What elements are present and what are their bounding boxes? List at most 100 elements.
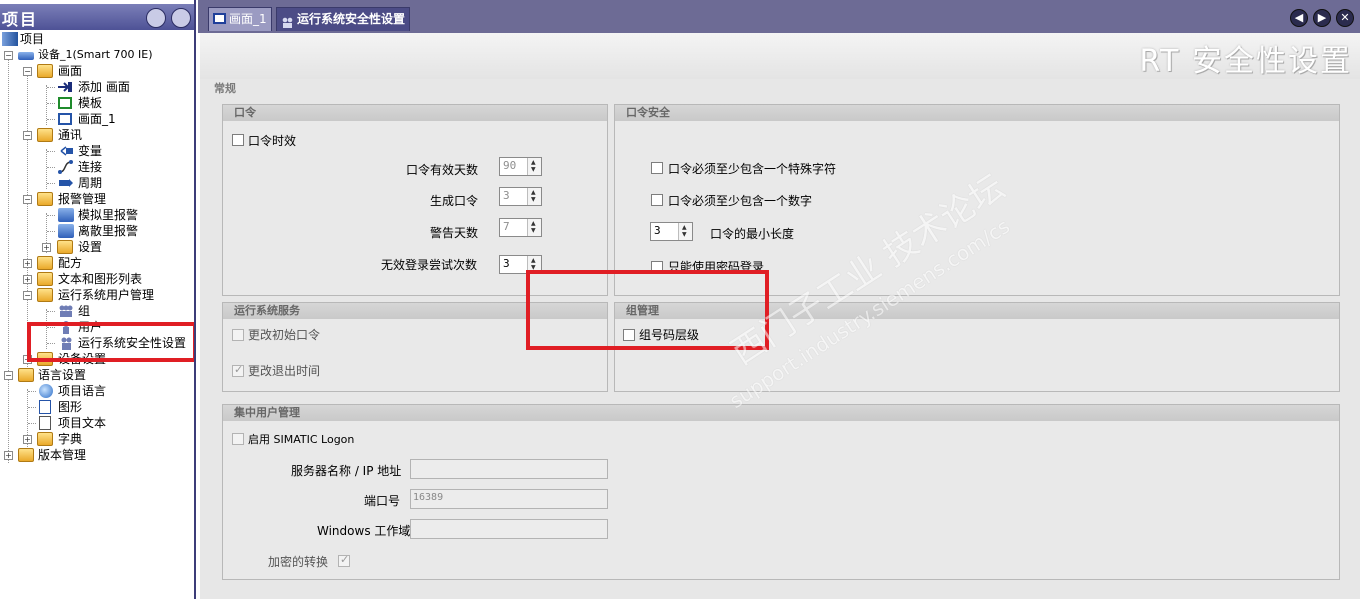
tree-item-device[interactable]: − 设备_1(Smart 700 IE): [0, 47, 194, 63]
collapse-icon[interactable]: −: [23, 131, 32, 140]
tree-item-cycles[interactable]: 周期: [0, 175, 194, 191]
password-expiry-checkbox[interactable]: [232, 134, 244, 146]
device-icon: [18, 52, 34, 60]
tree-item-connections[interactable]: 连接: [0, 159, 194, 175]
change-logoff-time-checkbox[interactable]: ✓: [232, 363, 244, 377]
collapse-icon[interactable]: −: [4, 371, 13, 380]
highlight-box: [27, 322, 194, 362]
expiry-days-label: 口令有效天数: [406, 163, 479, 177]
encrypted-transfer-label: 加密的转换: [268, 555, 329, 569]
tree-item-project-languages[interactable]: 项目语言: [0, 383, 194, 399]
tab-screen-1[interactable]: 画面_1: [208, 7, 272, 31]
spinner-arrows-icon[interactable]: ▲ ▼: [527, 158, 541, 175]
windows-domain-label: Windows 工作域: [317, 524, 411, 538]
tree-item-language-settings[interactable]: − 语言设置: [0, 367, 194, 383]
security-icon: [281, 13, 294, 28]
tree-item-add-screen[interactable]: 添加 画面: [0, 79, 194, 95]
tree-item-text-graphic-lists[interactable]: + 文本和图形列表: [0, 271, 194, 287]
min-length-spinner[interactable]: 3 ▲ ▼: [650, 222, 693, 241]
collapse-icon[interactable]: −: [4, 51, 13, 60]
text-doc-icon: [39, 416, 51, 430]
warning-days-label: 警告天数: [430, 226, 479, 240]
add-arrow-icon: [57, 80, 73, 94]
special-char-checkbox[interactable]: [651, 162, 663, 174]
tree-item-dictionaries[interactable]: + 字典: [0, 431, 194, 447]
spinner-arrows-icon[interactable]: ▲ ▼: [678, 223, 692, 240]
template-icon: [58, 97, 72, 109]
password-security-header: 口令安全: [615, 105, 1339, 121]
expand-icon[interactable]: +: [4, 451, 13, 460]
collapse-icon[interactable]: −: [23, 195, 32, 204]
expand-icon[interactable]: +: [23, 259, 32, 268]
central-user-management-group: 集中用户管理 启用 SIMATIC Logon 服务器名称 / IP 地址 端口…: [222, 404, 1340, 580]
tree-item-analog-alarms[interactable]: 模拟里报警: [0, 207, 194, 223]
tree-item-screens[interactable]: − 画面: [0, 63, 194, 79]
expand-icon[interactable]: +: [42, 243, 51, 252]
tree-item-discrete-alarms[interactable]: 离散里报警: [0, 223, 194, 239]
folder-icon: [37, 128, 53, 142]
tag-icon: [58, 144, 74, 158]
spinner-arrows-icon[interactable]: ▲ ▼: [527, 188, 541, 205]
tree-item-project[interactable]: 项目: [0, 31, 194, 47]
pin-icon[interactable]: [146, 8, 166, 28]
folder-icon: [37, 256, 53, 270]
security-settings-editor: RT 安全性设置 常规 口令 口令时效 口令有效天数 90 ▲ ▼ 生成口令 3 …: [200, 33, 1360, 599]
server-name-label: 服务器名称 / IP 地址: [291, 464, 402, 478]
digit-checkbox[interactable]: [651, 194, 663, 206]
server-name-field[interactable]: [410, 459, 608, 479]
change-initial-password-checkbox[interactable]: [232, 329, 244, 341]
windows-domain-field[interactable]: [410, 519, 608, 539]
tree-item-communication[interactable]: − 通讯: [0, 127, 194, 143]
spinner-arrows-icon[interactable]: ▲ ▼: [527, 219, 541, 236]
tree-item-project-texts[interactable]: 项目文本: [0, 415, 194, 431]
alarm-icon: [58, 224, 74, 238]
tree-item-screen-1[interactable]: 画面_1: [0, 111, 194, 127]
enable-simatic-logon-label: 启用 SIMATIC Logon: [248, 433, 355, 446]
tree-item-alarm-management[interactable]: − 报警管理: [0, 191, 194, 207]
section-general-label: 常规: [214, 82, 236, 95]
expand-icon[interactable]: +: [23, 435, 32, 444]
tree-item-tags[interactable]: 变量: [0, 143, 194, 159]
central-user-management-header: 集中用户管理: [223, 405, 1339, 421]
tree-item-template[interactable]: 模板: [0, 95, 194, 111]
project-tree-pane: 项目 项目 − 设备_1(Smart 700 IE) − 画面 添加 画面 模板…: [0, 0, 196, 599]
min-length-label: 口令的最小长度: [710, 227, 795, 241]
tree-item-graphics[interactable]: 图形: [0, 399, 194, 415]
folder-icon: [18, 448, 34, 462]
tree-item-groups[interactable]: 组: [0, 303, 194, 319]
tree-item-recipes[interactable]: + 配方: [0, 255, 194, 271]
screen-icon: [213, 13, 226, 24]
folder-icon: [37, 432, 53, 446]
close-pane-icon[interactable]: [171, 8, 191, 28]
alarm-icon: [58, 208, 74, 222]
expand-icon[interactable]: +: [23, 275, 32, 284]
warning-days-spinner[interactable]: 7 ▲ ▼: [499, 218, 542, 237]
folder-icon: [18, 368, 34, 382]
next-tab-icon[interactable]: ▶: [1313, 9, 1331, 27]
settings-folder-icon: [57, 240, 73, 254]
port-field[interactable]: 16389: [410, 489, 608, 509]
previous-tab-icon[interactable]: ◀: [1290, 9, 1308, 27]
collapse-icon[interactable]: −: [23, 291, 32, 300]
editor-tab-bar: 画面_1 运行系统安全性设置 ◀ ▶ ✕: [198, 0, 1360, 33]
generations-spinner[interactable]: 3 ▲ ▼: [499, 187, 542, 206]
enable-simatic-logon-checkbox[interactable]: [232, 433, 244, 445]
project-tree: 项目 − 设备_1(Smart 700 IE) − 画面 添加 画面 模板 画面…: [0, 31, 194, 599]
generations-label: 生成口令: [430, 194, 479, 208]
tab-runtime-security-settings[interactable]: 运行系统安全性设置: [276, 7, 410, 31]
tab-label: 画面_1: [229, 12, 267, 26]
project-pane-title: 项目: [2, 10, 39, 29]
project-pane-header: 项目: [0, 4, 194, 30]
expiry-days-spinner[interactable]: 90 ▲ ▼: [499, 157, 542, 176]
tree-item-runtime-user-admin[interactable]: − 运行系统用户管理: [0, 287, 194, 303]
collapse-icon[interactable]: −: [23, 67, 32, 76]
invalid-logon-attempts-label: 无效登录尝试次数: [381, 258, 478, 272]
cycle-icon: [58, 176, 74, 190]
tree-item-alarm-settings[interactable]: + 设置: [0, 239, 194, 255]
close-tab-icon[interactable]: ✕: [1336, 9, 1354, 27]
screen-icon: [58, 113, 72, 125]
encrypted-transfer-checkbox[interactable]: ✓: [338, 553, 350, 567]
digit-label: 口令必须至少包含一个数字: [668, 194, 813, 208]
tree-item-version-management[interactable]: + 版本管理: [0, 447, 194, 463]
folder-icon: [37, 272, 53, 286]
